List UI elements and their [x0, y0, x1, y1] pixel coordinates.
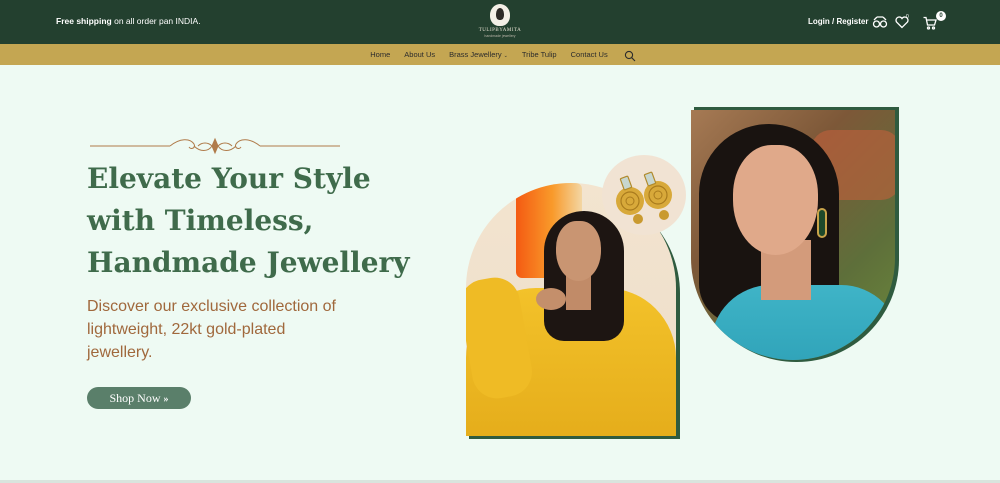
- hero-headline-line: Handmade Jewellery: [87, 246, 410, 279]
- nav-item-tribe-tulip[interactable]: Tribe Tulip: [522, 50, 557, 59]
- brand-logo[interactable]: TULIPBYAMITA handmade jewellery: [472, 4, 528, 42]
- shop-now-button[interactable]: Shop Now»: [87, 387, 191, 409]
- logo-mark-icon: [490, 4, 510, 26]
- main-nav-bar: Home About Us Brass Jewellery ⌄ Tribe Tul…: [0, 44, 1000, 65]
- compare-icon[interactable]: [872, 14, 888, 30]
- hero-subtext: Discover our exclusive collection of lig…: [87, 295, 387, 364]
- nav-item-home[interactable]: Home: [370, 50, 390, 59]
- shipping-notice: Free shipping on all order pan INDIA.: [56, 16, 201, 26]
- double-chevron-right-icon: »: [163, 394, 169, 405]
- nav-item-label: Brass Jewellery: [449, 50, 502, 59]
- chevron-down-icon: ⌄: [503, 53, 508, 59]
- model-image-blue-outfit: [691, 110, 895, 360]
- earring-product-image: [602, 155, 686, 235]
- top-bar: Free shipping on all order pan INDIA. TU…: [0, 0, 1000, 44]
- brand-name: TULIPBYAMITA: [478, 28, 522, 33]
- main-nav: Home About Us Brass Jewellery ⌄ Tribe Tul…: [0, 44, 1000, 65]
- nav-item-contact-us[interactable]: Contact Us: [571, 50, 608, 59]
- brand-tagline: handmade jewellery: [484, 34, 516, 38]
- hero-headline-line: with Timeless,: [87, 204, 314, 237]
- decorative-ornament-icon: [90, 136, 340, 156]
- nav-item-about-us[interactable]: About Us: [404, 50, 435, 59]
- hero-subtext-line: Discover our exclusive collection of: [87, 298, 336, 315]
- hero-subtext-line: lightweight, 22kt gold-plated: [87, 321, 286, 338]
- search-icon[interactable]: [624, 49, 636, 61]
- wishlist-count: 0: [906, 14, 909, 20]
- hero-headline-line: Elevate Your Style: [87, 162, 371, 195]
- login-register-link[interactable]: Login / Register: [808, 17, 868, 26]
- shop-now-label: Shop Now: [109, 391, 161, 405]
- cart-count-badge: 0: [936, 11, 946, 21]
- hero-headline: Elevate Your Style with Timeless, Handma…: [87, 158, 417, 284]
- hero-subtext-line: jewellery.: [87, 344, 153, 361]
- nav-item-brass-jewellery[interactable]: Brass Jewellery ⌄: [449, 50, 508, 59]
